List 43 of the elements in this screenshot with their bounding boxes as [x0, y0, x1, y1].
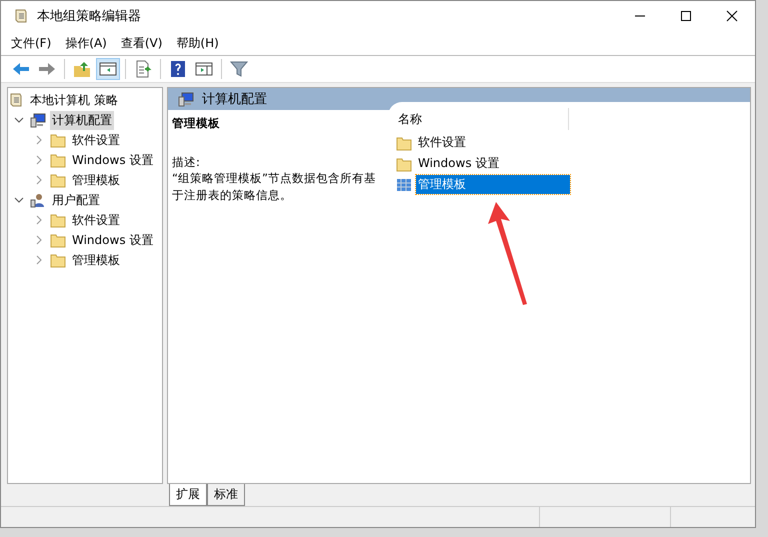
maximize-icon	[680, 10, 692, 22]
chevron-icon[interactable]	[14, 195, 24, 205]
list-item[interactable]: 管理模板	[416, 175, 570, 194]
tab[interactable]: 标准	[207, 484, 245, 506]
computer-icon	[178, 91, 194, 107]
tree-item[interactable]: 计算机配置	[50, 110, 114, 130]
close-icon	[726, 10, 738, 22]
description-text: “组策略管理模板”节点数据包含所有基于注册表的策略信息。	[172, 170, 377, 204]
folder-icon	[50, 152, 66, 168]
folder-icon	[50, 132, 66, 148]
folder-icon	[396, 156, 412, 172]
tab[interactable]: 扩展	[169, 484, 207, 506]
template-icon	[396, 176, 412, 192]
menu-item[interactable]: 查看(V)	[120, 34, 162, 52]
tree-item[interactable]: 用户配置	[50, 190, 102, 210]
menu-item[interactable]: 操作(A)	[65, 34, 107, 52]
description-label: 描述:	[172, 155, 201, 170]
list-item[interactable]: 软件设置	[416, 133, 570, 152]
tree-button[interactable]	[96, 58, 120, 80]
user-icon	[30, 192, 46, 208]
tree-item[interactable]: Windows 设置	[70, 230, 156, 250]
menu-item[interactable]: 文件(F)	[11, 34, 52, 52]
tree-item[interactable]: 软件设置	[70, 130, 122, 150]
tree-item[interactable]: Windows 设置	[70, 150, 156, 170]
menu-item[interactable]: 帮助(H)	[176, 34, 219, 52]
folder-icon	[396, 134, 412, 150]
folder-icon	[50, 252, 66, 268]
tree-item[interactable]: 管理模板	[70, 170, 122, 190]
column-header[interactable]: 名称	[388, 108, 569, 130]
tree-item[interactable]: 本地计算机 策略	[28, 90, 120, 110]
chevron-icon[interactable]	[14, 115, 24, 125]
computer-icon	[30, 112, 46, 128]
header-title: 计算机配置	[202, 91, 267, 108]
description-heading: 管理模板	[172, 116, 221, 131]
window-title: 本地组策略编辑器	[37, 8, 141, 25]
folder-icon	[50, 172, 66, 188]
folder-icon	[50, 232, 66, 248]
scroll-icon	[13, 8, 29, 24]
tree-item[interactable]: 软件设置	[70, 210, 122, 230]
folder-icon	[50, 212, 66, 228]
tree-item[interactable]: 管理模板	[70, 250, 122, 270]
scroll-icon	[8, 92, 24, 108]
list-item[interactable]: Windows 设置	[416, 154, 570, 173]
